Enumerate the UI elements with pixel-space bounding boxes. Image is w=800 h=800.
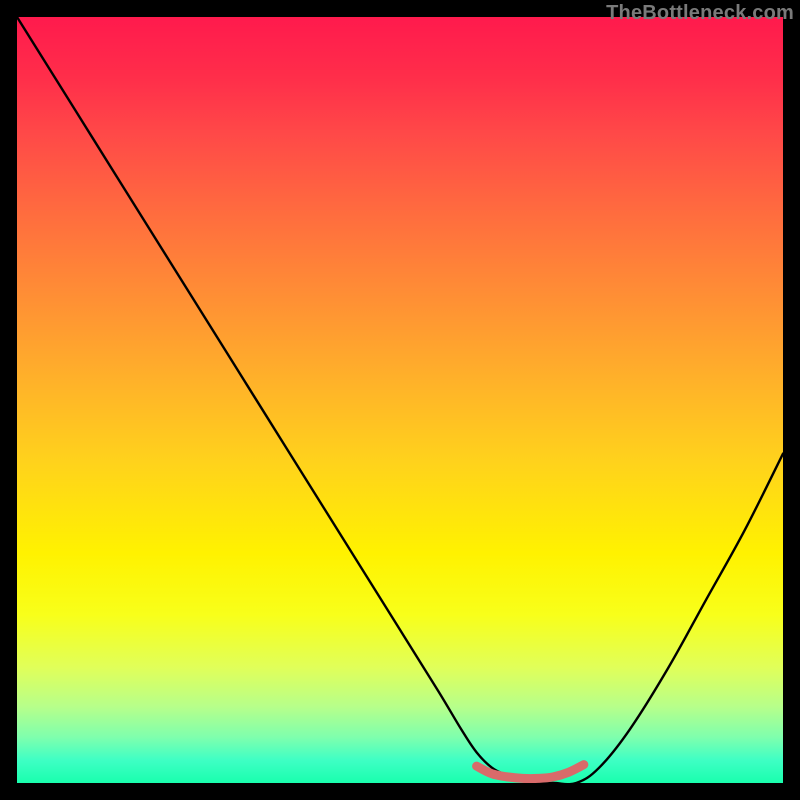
watermark-text: TheBottleneck.com — [606, 2, 794, 25]
chart-svg — [17, 17, 783, 783]
bottleneck-curve-path — [17, 17, 783, 783]
optimal-band-path — [477, 765, 584, 779]
chart-frame: TheBottleneck.com — [0, 0, 800, 800]
